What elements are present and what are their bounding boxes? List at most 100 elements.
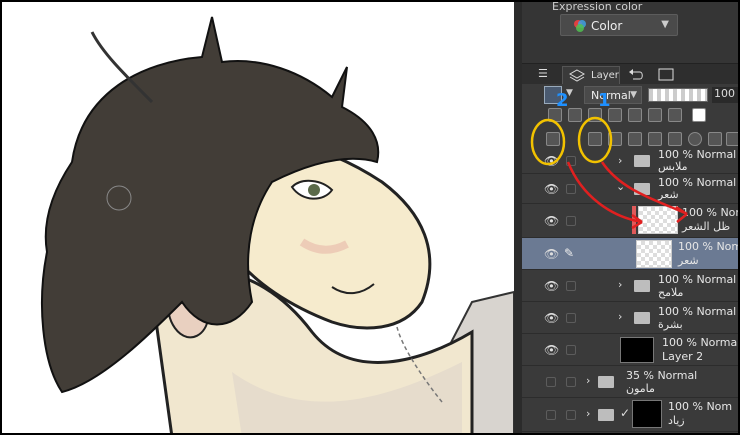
blend-row: ▼ Normal ▼ 100 — [522, 84, 738, 106]
lock-checkbox[interactable] — [566, 281, 576, 291]
layer-list: 👁 › 100 % Normal ملابس 👁 ⌄ 100 % Normal … — [522, 148, 740, 433]
color-wheel-icon — [574, 20, 586, 32]
chevron-right-icon[interactable]: › — [586, 407, 590, 420]
visibility-checkbox[interactable] — [546, 410, 556, 420]
chevron-down-icon[interactable]: ⌄ — [616, 180, 625, 193]
folder-icon — [598, 376, 614, 388]
eye-icon[interactable]: 👁 — [544, 182, 559, 196]
blend-mode-label: Normal — [591, 89, 631, 102]
new-raster-layer-icon[interactable] — [588, 132, 602, 146]
layer-thumbnail — [632, 400, 662, 428]
layer-row-folder-mamoun[interactable]: › 35 % Normal مامون — [522, 366, 738, 398]
layer-lock-toolbar — [522, 106, 738, 124]
expression-color-label: Expression color — [552, 0, 643, 13]
eye-icon[interactable]: 👁 — [544, 343, 559, 357]
lock-checkbox[interactable] — [566, 156, 576, 166]
layer-row-folder-skin[interactable]: 👁 › 100 % Normal بشرة — [522, 302, 738, 334]
layer-name: مامون — [626, 382, 655, 395]
tab-navigator[interactable] — [652, 66, 680, 84]
color-swatch-icon[interactable] — [692, 108, 706, 122]
layer-color-button[interactable] — [544, 86, 562, 104]
layer-row-hair-shadow[interactable]: 👁 100 % Nom ظل الشعر — [522, 204, 740, 238]
combine-icon[interactable] — [668, 132, 682, 146]
chevron-right-icon[interactable]: › — [618, 154, 622, 167]
delete-layer-icon[interactable] — [726, 132, 738, 146]
chevron-right-icon[interactable]: › — [586, 374, 590, 387]
mask-enable-icon[interactable] — [648, 108, 662, 122]
layer-color-strip — [632, 206, 636, 234]
tab-layer[interactable]: Layer — [562, 66, 620, 84]
ruler-icon[interactable] — [668, 108, 682, 122]
chevron-down-icon: ▼ — [661, 19, 669, 30]
lock-checkbox[interactable] — [566, 377, 576, 387]
layer-name: ظل الشعر — [682, 220, 731, 233]
layer-opacity-label: 100 % Nom — [682, 206, 740, 219]
layer-mask-icon[interactable] — [688, 132, 702, 146]
lock-checkbox[interactable] — [566, 216, 576, 226]
layer-row-layer2[interactable]: 👁 100 % Normal Layer 2 — [522, 334, 740, 366]
layer-name: ملابس — [658, 160, 688, 173]
lock-checkbox[interactable] — [566, 345, 576, 355]
pen-icon: ✎ — [564, 246, 575, 260]
apply-mask-icon[interactable] — [708, 132, 722, 146]
eye-icon[interactable]: 👁 — [544, 247, 559, 261]
navigator-icon — [658, 68, 674, 81]
layer-actions-toolbar — [522, 128, 738, 150]
layer-name: شعر — [678, 254, 699, 267]
layer-name: ملامح — [658, 286, 684, 299]
lock-icon[interactable] — [608, 108, 622, 122]
tab-history[interactable] — [622, 66, 650, 84]
layer-thumbnail — [636, 240, 672, 268]
folder-icon — [634, 280, 650, 292]
drawing-canvas[interactable] — [2, 2, 514, 433]
eye-icon[interactable]: 👁 — [544, 214, 559, 228]
clip-icon[interactable] — [548, 108, 562, 122]
opacity-slider[interactable] — [648, 88, 708, 102]
check-icon: ✓ — [620, 406, 631, 420]
lock-checkbox[interactable] — [566, 184, 576, 194]
reference-icon[interactable] — [568, 108, 582, 122]
eye-icon[interactable]: 👁 — [544, 311, 559, 325]
layer-thumbnail — [620, 337, 654, 363]
folder-icon — [634, 183, 650, 195]
chevron-down-icon: ▼ — [630, 90, 637, 100]
lock-checkbox[interactable] — [566, 313, 576, 323]
layer-opacity-label: 100 % Nom — [678, 240, 740, 253]
blend-mode-dropdown[interactable]: Normal ▼ — [584, 86, 642, 104]
transfer-down-icon[interactable] — [648, 132, 662, 146]
chevron-down-icon[interactable]: ▼ — [566, 88, 573, 98]
layer-name: Layer 2 — [662, 350, 704, 363]
layer-row-folder-ziad[interactable]: › ✓ 100 % Nom زياد — [522, 398, 738, 432]
layer-opacity-label: 35 % Normal — [626, 369, 698, 382]
folder-icon — [598, 409, 614, 421]
layer-opacity-label: 100 % Normal — [662, 336, 740, 349]
new-folder-icon[interactable] — [628, 132, 642, 146]
chevron-right-icon[interactable]: › — [618, 310, 622, 323]
color-dropdown-label: Color — [591, 19, 623, 33]
lock-alpha-icon[interactable] — [628, 108, 642, 122]
eye-icon[interactable]: 👁 — [544, 154, 559, 168]
folder-icon — [634, 312, 650, 324]
undo-icon — [629, 69, 643, 80]
layer-property-icon[interactable] — [546, 132, 560, 146]
lock-checkbox[interactable] — [566, 410, 576, 420]
layer-opacity-label: 100 % Normal — [658, 305, 737, 318]
chevron-right-icon[interactable]: › — [618, 278, 622, 291]
draft-icon[interactable] — [588, 108, 602, 122]
menu-icon[interactable]: ☰ — [530, 66, 558, 84]
layer-opacity-label: 100 % Nom — [668, 400, 733, 413]
panel-splitter[interactable] — [514, 2, 522, 433]
layer-row-folder-features[interactable]: 👁 › 100 % Normal ملامح — [522, 270, 738, 302]
eye-icon[interactable]: 👁 — [544, 279, 559, 293]
opacity-value[interactable]: 100 — [712, 87, 738, 103]
layer-row-hair-selected[interactable]: 👁 ✎ 100 % Nom شعر — [522, 238, 740, 270]
panel-tabs: ☰ Layer — [522, 64, 738, 84]
visibility-checkbox[interactable] — [546, 377, 556, 387]
new-vector-layer-icon[interactable] — [608, 132, 622, 146]
layer-row-folder-hair[interactable]: 👁 ⌄ 100 % Normal شعر — [522, 174, 738, 204]
layer-name: زياد — [668, 414, 685, 427]
layer-row-folder-clothes[interactable]: 👁 › 100 % Normal ملابس — [522, 148, 738, 174]
expression-color-section: Expression color Color ▼ — [522, 0, 738, 64]
tab-layer-label: Layer — [591, 70, 619, 81]
color-dropdown[interactable]: Color ▼ — [560, 14, 678, 36]
